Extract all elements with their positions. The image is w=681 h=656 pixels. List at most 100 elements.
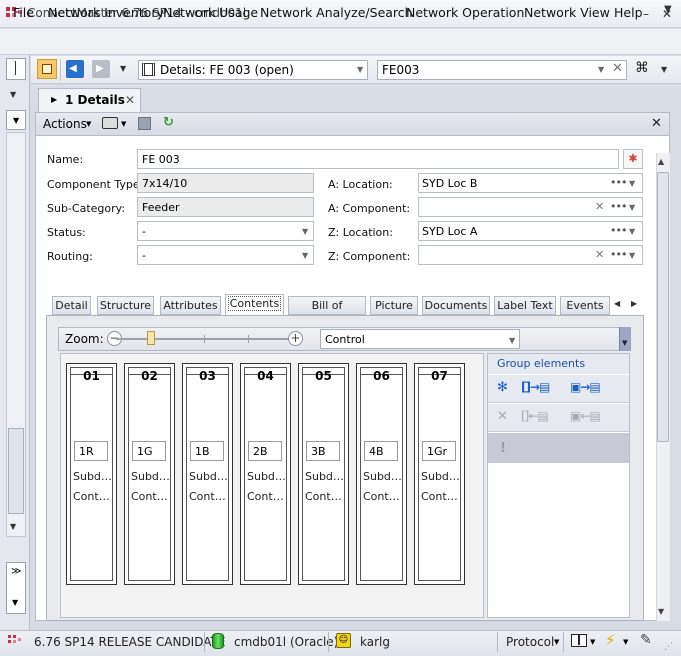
chevron-down-icon[interactable]: ▼ [121,120,126,128]
chevron-down-icon[interactable]: ▼ [629,227,635,236]
group-add-icon[interactable]: []→▤ [521,380,550,394]
close-tab-icon[interactable]: ✕ [125,93,135,107]
resize-grip-icon[interactable]: ⋰ [664,642,673,652]
search-dropdown-icon[interactable]: ▼ [598,65,604,74]
menu-network-inventory[interactable]: Network Inventory [48,5,164,20]
book-icon[interactable] [571,634,587,647]
element-code-box: 1G [132,441,166,461]
tab-scroll-right-icon[interactable]: ▶ [631,299,637,308]
menu-help[interactable]: Help [614,5,643,20]
protocol-button[interactable]: Protocol [506,635,554,649]
routing-select[interactable] [137,245,314,265]
settings-tools-icon[interactable]: ✎ [640,632,652,648]
lightning-icon[interactable]: ⚡ [605,631,616,649]
form-scroll-thumb[interactable] [657,172,669,442]
clear-z-component-icon[interactable]: ✕ [595,248,604,261]
snowflake-icon[interactable]: ✻ [497,380,508,395]
element-subdivision-text: Subd… [363,470,402,483]
menu-network-usage[interactable]: Network Usage [163,5,258,20]
chevron-down-icon[interactable]: ▼ [10,90,16,99]
tab-detail[interactable]: Detail [52,296,91,315]
refresh-icon[interactable]: ↻ [163,115,174,130]
tab-attributes[interactable]: Attributes [160,296,221,315]
chevron-down-icon[interactable]: ▼ [302,227,308,236]
back-arrow-icon[interactable]: ◀ [66,60,84,78]
name-options-icon[interactable]: ✱ [623,149,643,169]
close-panel-icon[interactable]: ✕ [651,116,662,131]
menu-overflow-icon[interactable]: ▼ [664,4,672,15]
clear-search-icon[interactable]: ✕ [612,61,623,76]
status-separator [563,632,564,652]
chevron-down-icon[interactable]: ▼ [357,65,363,74]
menu-network-operation[interactable]: Network Operation [406,5,524,20]
chevron-down-icon[interactable]: ▼ [554,638,559,646]
chevron-down-icon[interactable]: ▼ [629,251,635,260]
element-number: 05 [315,369,332,383]
menu-network-analyze-search[interactable]: Network Analyze/Search [260,5,413,20]
routing-label: Routing: [47,250,93,263]
chevron-down-icon[interactable]: ▼ [629,203,635,212]
tab-label-text[interactable]: Label Text [494,296,556,315]
print-icon[interactable] [102,117,118,129]
z-component-browse-icon[interactable]: ••• [610,248,627,261]
scroll-up-icon[interactable]: ▲ [658,157,664,166]
z-location-browse-icon[interactable]: ••• [610,224,627,237]
actions-menu-button[interactable]: Actions [43,117,87,131]
element-subdivision-text: Subd… [305,470,344,483]
tab-contents-label: Contents [227,296,282,311]
left-rail-scroll-thumb[interactable] [8,428,24,514]
left-rail-dropdown[interactable]: ▼ [6,110,26,130]
name-field[interactable] [137,149,619,169]
menu-network-view[interactable]: Network View [524,5,610,20]
element-number: 03 [199,369,216,383]
tab-expand-icon[interactable]: ▶ [51,95,57,104]
tab-bill-of-material[interactable]: Bill of Material [288,296,366,329]
element-content-text: Cont… [363,490,400,503]
tab-contents[interactable]: Contents [225,294,284,316]
chevron-down-icon[interactable]: ▼ [629,179,635,188]
chevron-down-icon[interactable]: ▼ [509,336,515,345]
a-component-browse-icon[interactable]: ••• [610,200,627,213]
status-value: - [142,225,146,238]
group-empty-area [488,463,629,617]
a-location-value: SYD Loc B [422,177,478,190]
menu-file[interactable]: File [13,5,34,20]
left-rail-lower-control[interactable]: ≫ ▼ [6,562,26,614]
home-icon[interactable] [37,59,57,79]
zoom-bar-overflow[interactable]: ▼ [619,327,631,351]
chevron-down-icon[interactable]: ▼ [302,251,308,260]
status-select[interactable] [137,221,314,241]
search-value: FE003 [382,63,420,77]
zoom-slider-thumb[interactable] [147,331,155,345]
tab-structure[interactable]: Structure [97,296,154,315]
chevron-down-icon[interactable]: ▼ [590,638,595,646]
scroll-down-icon[interactable]: ▼ [658,607,664,616]
z-location-label: Z: Location: [328,226,393,239]
a-location-browse-icon[interactable]: ••• [610,176,627,189]
element-code-box: 1Gr [422,441,456,461]
left-rail-upper-control[interactable] [6,58,26,80]
save-icon[interactable] [138,117,151,130]
z-component-label: Z: Component: [328,250,411,263]
status-database: cmdb01l (Oracle) [234,635,339,649]
element-number: 06 [373,369,390,383]
element-content-text: Cont… [73,490,110,503]
paste-into-group-icon[interactable]: ▣→▤ [570,380,601,394]
tab-events[interactable]: Events [560,296,610,315]
clear-a-component-icon[interactable]: ✕ [595,200,604,213]
scroll-down-icon[interactable]: ▼ [10,522,16,531]
tab-picture[interactable]: Picture [370,296,418,315]
document-tab-label: 1 Details [65,93,125,107]
forward-arrow-icon[interactable]: ▶ [92,60,110,78]
a-location-label: A: Location: [328,178,393,191]
history-dropdown-icon[interactable]: ▼ [120,64,126,73]
chevron-down-icon[interactable]: ▼ [623,638,628,646]
tab-scroll-left-icon[interactable]: ◀ [614,299,620,308]
binoculars-icon[interactable]: ⌘ [635,60,649,76]
tab-documents[interactable]: Documents [422,296,490,315]
app-logo-small-icon [8,635,24,647]
element-content-text: Cont… [189,490,226,503]
element-subdivision-text: Subd… [131,470,170,483]
chevron-down-icon[interactable]: ▼ [661,65,667,74]
zoom-in-icon[interactable]: + [288,331,303,346]
